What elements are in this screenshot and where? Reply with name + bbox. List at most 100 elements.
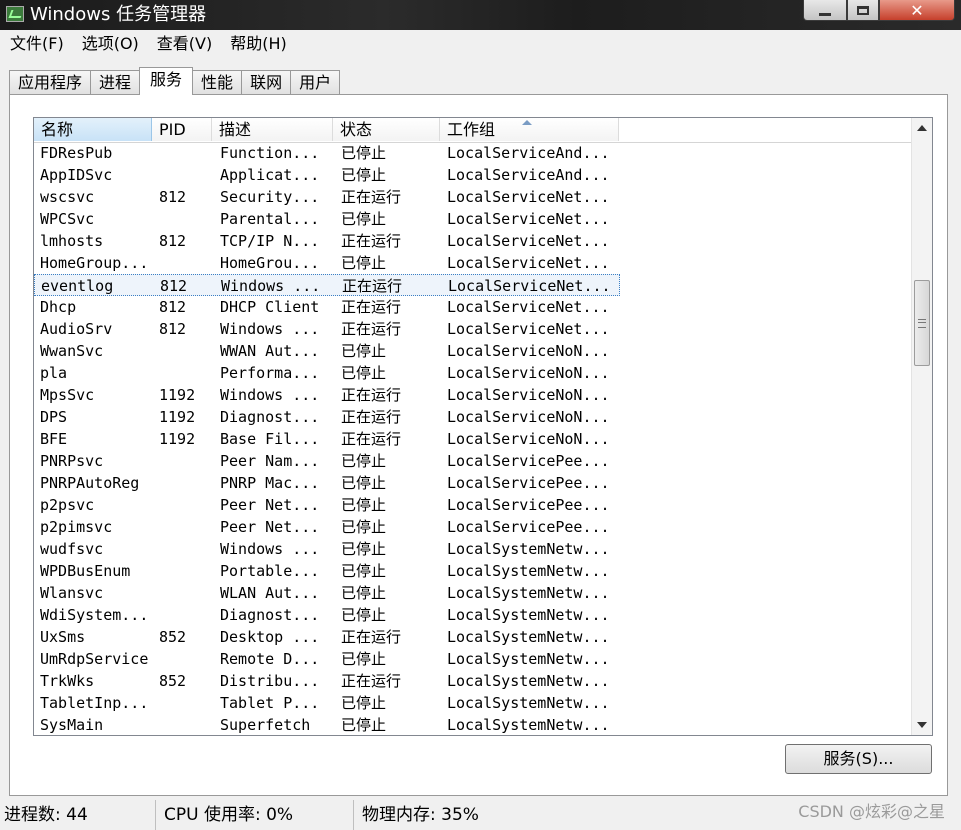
table-row[interactable]: WdiSystem... Diagnost... 已停止 LocalSystemNet… [34, 604, 620, 626]
column-header-pid[interactable]: PID [152, 118, 212, 141]
cell-status: 已停止 [341, 474, 387, 492]
close-button[interactable]: ✕ [879, 0, 955, 21]
cell-status: 已停止 [341, 496, 387, 514]
tab-performance[interactable]: 性能 [192, 70, 243, 95]
vertical-scrollbar[interactable] [911, 118, 932, 735]
table-row[interactable]: WPCSvc Parental... 已停止 LocalServiceNet... [34, 208, 620, 230]
cell-name: wscsvc [40, 188, 95, 206]
cell-pid: 812 [160, 277, 188, 295]
table-row[interactable]: UxSms 852 Desktop ... 正在运行 LocalSystemNetw..… [34, 626, 620, 648]
menu-file[interactable]: 文件(F) [0, 30, 72, 58]
scroll-down-button[interactable] [912, 715, 932, 735]
table-row[interactable]: p2psvc Peer Net... 已停止 LocalServicePee... [34, 494, 620, 516]
services-button[interactable]: 服务(S)... [785, 744, 932, 774]
table-row[interactable]: PNRPsvc Peer Nam... 已停止 LocalServicePee... [34, 450, 620, 472]
scroll-thumb[interactable] [914, 280, 930, 366]
cell-name: UmRdpService [40, 650, 149, 668]
table-row[interactable]: PNRPAutoReg PNRP Mac... 已停止 LocalServicePee… [34, 472, 620, 494]
status-process-count: 进程数: 44 [0, 800, 156, 830]
cell-status: 已停止 [341, 210, 387, 228]
menu-view[interactable]: 查看(V) [147, 30, 220, 58]
minimize-icon [819, 12, 831, 16]
cell-group: LocalServiceAnd... [447, 166, 610, 184]
table-row[interactable]: wscsvc 812 Security... 正在运行 LocalServiceNet.… [34, 186, 620, 208]
column-header-group-label: 工作组 [447, 120, 496, 139]
table-row[interactable]: AppIDSvc Applicat... 已停止 LocalServiceAnd... [34, 164, 620, 186]
column-header-status[interactable]: 状态 [333, 118, 440, 141]
table-row[interactable]: SysMain Superfetch 已停止 LocalSystemNetw... [34, 714, 620, 735]
maximize-button[interactable] [847, 0, 879, 21]
cell-pid: 852 [159, 672, 187, 690]
cell-group: LocalServiceAnd... [447, 144, 610, 162]
cell-group: LocalServicePee... [447, 452, 610, 470]
cell-status: 正在运行 [341, 320, 402, 338]
table-row[interactable]: TabletInp... Tablet P... 已停止 LocalSystemNet… [34, 692, 620, 714]
table-row[interactable]: MpsSvc 1192 Windows ... 正在运行 LocalServiceNoN… [34, 384, 620, 406]
title-bar[interactable]: Windows 任务管理器 ✕ [0, 0, 961, 30]
table-row[interactable]: pla Performa... 已停止 LocalServiceNoN... [34, 362, 620, 384]
cell-status: 已停止 [341, 650, 387, 668]
table-row[interactable]: UmRdpService Remote D... 已停止 LocalSystemNet… [34, 648, 620, 670]
table-row[interactable]: wudfsvc Windows ... 已停止 LocalSystemNetw... [34, 538, 620, 560]
cell-status: 已停止 [341, 364, 387, 382]
table-row[interactable]: BFE 1192 Base Fil... 正在运行 LocalServiceNoN... [34, 428, 620, 450]
menu-options[interactable]: 选项(O) [72, 30, 147, 58]
cell-status: 正在运行 [341, 628, 402, 646]
column-header-name[interactable]: 名称 [34, 118, 152, 141]
cell-group: LocalSystemNetw... [447, 606, 610, 624]
maximize-icon [857, 5, 869, 15]
cell-name: FDResPub [40, 144, 113, 162]
table-row[interactable]: TrkWks 852 Distribu... 正在运行 LocalSystemNetw.… [34, 670, 620, 692]
table-row[interactable]: eventlog 812 Windows ... 正在运行 LocalServiceNe… [34, 274, 620, 296]
cell-pid: 1192 [159, 408, 196, 426]
cell-status: 正在运行 [341, 232, 402, 250]
tab-users[interactable]: 用户 [290, 70, 341, 95]
tab-networking[interactable]: 联网 [241, 70, 292, 95]
tab-services[interactable]: 服务 [139, 67, 194, 95]
column-header-group[interactable]: 工作组 [440, 118, 619, 141]
tab-processes[interactable]: 进程 [90, 70, 141, 95]
cell-status: 正在运行 [341, 298, 402, 316]
services-list[interactable]: 名称 PID 描述 状态 工作组 FDResPub Function... 已停止 L… [33, 117, 933, 736]
cell-name: MpsSvc [40, 386, 95, 404]
cell-description: Diagnost... [220, 408, 320, 426]
tab-applications[interactable]: 应用程序 [9, 70, 92, 95]
table-row[interactable]: FDResPub Function... 已停止 LocalServiceAnd... [34, 142, 620, 164]
menu-help[interactable]: 帮助(H) [220, 30, 295, 58]
chevron-down-icon [917, 722, 927, 728]
cell-description: HomeGrou... [220, 254, 320, 272]
cell-name: HomeGroup... [40, 254, 149, 272]
cell-name: WdiSystem... [40, 606, 149, 624]
table-row[interactable]: p2pimsvc Peer Net... 已停止 LocalServicePee... [34, 516, 620, 538]
minimize-button[interactable] [803, 0, 847, 21]
cell-description: Desktop ... [220, 628, 320, 646]
cell-group: LocalServiceNoN... [447, 342, 610, 360]
table-row[interactable]: WwanSvc WWAN Aut... 已停止 LocalServiceNoN... [34, 340, 620, 362]
scroll-up-button[interactable] [912, 118, 932, 138]
table-row[interactable]: lmhosts 812 TCP/IP N... 正在运行 LocalServiceNet… [34, 230, 620, 252]
table-row[interactable]: AudioSrv 812 Windows ... 正在运行 LocalServiceNe… [34, 318, 620, 340]
cell-description: Diagnost... [220, 606, 320, 624]
cell-status: 正在运行 [341, 408, 402, 426]
window-controls: ✕ [803, 0, 955, 22]
status-cpu-usage: CPU 使用率: 0% [160, 800, 354, 830]
cell-name: AudioSrv [40, 320, 113, 338]
cell-description: Applicat... [220, 166, 320, 184]
column-header-description[interactable]: 描述 [212, 118, 333, 141]
table-row[interactable]: WPDBusEnum Portable... 已停止 LocalSystemNetw.… [34, 560, 620, 582]
cell-group: LocalServiceNet... [447, 320, 610, 338]
status-memory-usage: 物理内存: 35% [362, 805, 479, 825]
cell-name: eventlog [41, 277, 114, 295]
table-row[interactable]: DPS 1192 Diagnost... 正在运行 LocalServiceNoN... [34, 406, 620, 428]
cell-description: Parental... [220, 210, 320, 228]
cell-group: LocalSystemNetw... [447, 584, 610, 602]
cell-status: 已停止 [341, 606, 387, 624]
cell-status: 正在运行 [341, 188, 402, 206]
cell-group: LocalSystemNetw... [447, 694, 610, 712]
table-row[interactable]: HomeGroup... HomeGrou... 已停止 LocalServiceNe… [34, 252, 620, 274]
cell-description: Distribu... [220, 672, 320, 690]
table-row[interactable]: Dhcp 812 DHCP Client 正在运行 LocalServiceNet... [34, 296, 620, 318]
cell-description: PNRP Mac... [220, 474, 320, 492]
table-row[interactable]: Wlansvc WLAN Aut... 已停止 LocalSystemNetw... [34, 582, 620, 604]
cell-description: WLAN Aut... [220, 584, 320, 602]
